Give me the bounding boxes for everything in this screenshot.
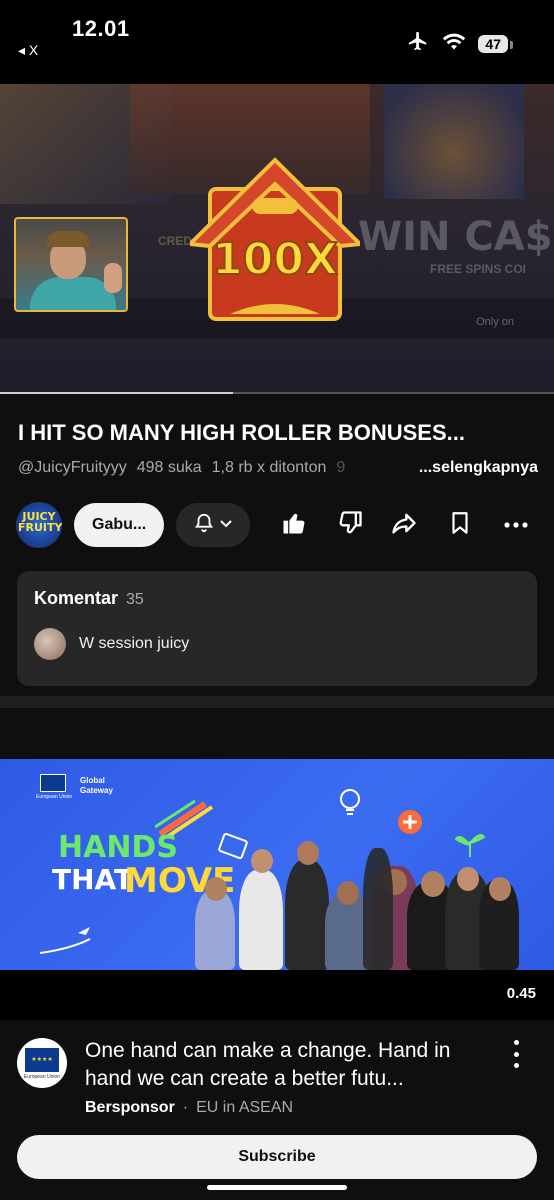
dog-house-bonus-icon: 100X xyxy=(185,154,365,324)
share-arrow-icon xyxy=(389,509,419,542)
eu-banner-label: European Union xyxy=(36,794,73,800)
ad-duration-label: 0.45 xyxy=(506,985,536,1002)
advertiser-name[interactable]: EU in ASEAN xyxy=(196,1099,293,1117)
upload-info-truncated: 9 xyxy=(336,459,346,476)
wifi-icon xyxy=(442,31,466,56)
status-time: 12.01 xyxy=(72,16,130,41)
multiplier-text: 100X xyxy=(212,234,338,285)
like-count: 498 suka xyxy=(136,459,202,476)
view-count: 1,8 rb x ditonton xyxy=(211,459,327,476)
overlay-win-text: WIN CA$13 xyxy=(358,214,554,260)
join-button[interactable]: Gabu... xyxy=(74,503,165,547)
save-button[interactable] xyxy=(446,511,474,539)
home-indicator[interactable] xyxy=(207,1185,347,1190)
comments-count: 35 xyxy=(126,591,144,608)
status-bar: ◂ X 12.01 47 xyxy=(0,0,554,84)
plus-circle-doodle-icon xyxy=(398,810,422,834)
more-horizontal-icon xyxy=(504,516,528,534)
banner-headline-hands: HANDS xyxy=(58,830,178,865)
thumbs-down-icon xyxy=(336,509,364,542)
comments-card[interactable]: Komentar 35 W session juicy xyxy=(17,571,537,686)
chevron-down-icon xyxy=(219,516,233,535)
advertiser-avatar[interactable]: ★★★★ European Union xyxy=(17,1038,67,1088)
streamer-webcam xyxy=(14,217,128,312)
overlay-free-spins-text: FREE SPINS COI xyxy=(430,262,527,276)
commenter-avatar xyxy=(34,628,66,660)
video-meta[interactable]: @JuicyFruityyy 498 suka 1,8 rb x ditonto… xyxy=(18,459,538,477)
comments-header: Komentar 35 xyxy=(34,588,144,609)
ad-duration-bar: 0.45 xyxy=(0,970,554,1020)
bird-doodle-icon xyxy=(39,927,91,954)
advertiser-avatar-caption: European Union xyxy=(23,1074,61,1080)
like-button[interactable] xyxy=(280,511,308,539)
video-progress-bar[interactable] xyxy=(0,392,554,394)
top-comment-text: W session juicy xyxy=(79,635,190,652)
subscribe-button[interactable]: Subscribe xyxy=(17,1135,537,1179)
video-title[interactable]: I HIT SO MANY HIGH ROLLER BONUSES... xyxy=(18,420,538,446)
banner-people-group xyxy=(195,839,520,970)
overlay-only-on-text: Only on xyxy=(476,316,514,328)
status-icons: 47 xyxy=(406,30,513,57)
more-vertical-icon xyxy=(513,1040,519,1045)
sponsored-label: Bersponsor xyxy=(85,1099,175,1116)
show-more-link[interactable]: ...selengkapnya xyxy=(419,459,538,477)
comments-label: Komentar xyxy=(34,588,119,608)
section-divider xyxy=(0,696,554,708)
battery-indicator: 47 xyxy=(478,34,513,53)
banner-headline-that: THAT xyxy=(52,863,134,896)
bookmark-icon xyxy=(447,509,473,542)
ad-more-options-button[interactable] xyxy=(506,1040,526,1068)
channel-handle[interactable]: @JuicyFruityyy xyxy=(18,459,127,477)
ad-banner-image[interactable]: European Union Global Gateway HANDS THAT… xyxy=(0,759,554,970)
eu-flag-icon xyxy=(40,774,66,792)
ad-title[interactable]: One hand can make a change. Hand in hand… xyxy=(85,1037,485,1093)
overlay-cred-text: CRED xyxy=(158,234,193,248)
game-background-dog xyxy=(384,84,524,199)
share-button[interactable] xyxy=(390,511,418,539)
thumbs-up-icon xyxy=(280,509,308,542)
global-gateway-label: Global Gateway xyxy=(80,776,113,795)
ad-info-section: ★★★★ European Union One hand can make a … xyxy=(0,1020,554,1200)
video-actions-row: JUICY FRUITY Gabu... xyxy=(16,502,546,548)
video-progress-fill xyxy=(0,392,233,394)
bell-icon xyxy=(193,512,215,539)
channel-avatar[interactable]: JUICY FRUITY xyxy=(16,502,62,548)
airplane-mode-icon xyxy=(406,30,430,57)
channel-logo-text: JUICY FRUITY xyxy=(18,510,62,534)
notification-bell-button[interactable] xyxy=(176,503,251,547)
meta-separator: · xyxy=(182,1099,189,1116)
video-player[interactable]: CRED WIN CA$13 FREE SPINS COI Only on 10… xyxy=(0,84,554,394)
bulb-doodle-icon xyxy=(340,789,360,815)
dislike-button[interactable] xyxy=(336,509,364,542)
ad-meta: Bersponsor · EU in ASEAN xyxy=(85,1099,293,1117)
back-to-app-button[interactable]: ◂ X xyxy=(18,42,38,59)
more-options-button[interactable] xyxy=(502,511,530,539)
